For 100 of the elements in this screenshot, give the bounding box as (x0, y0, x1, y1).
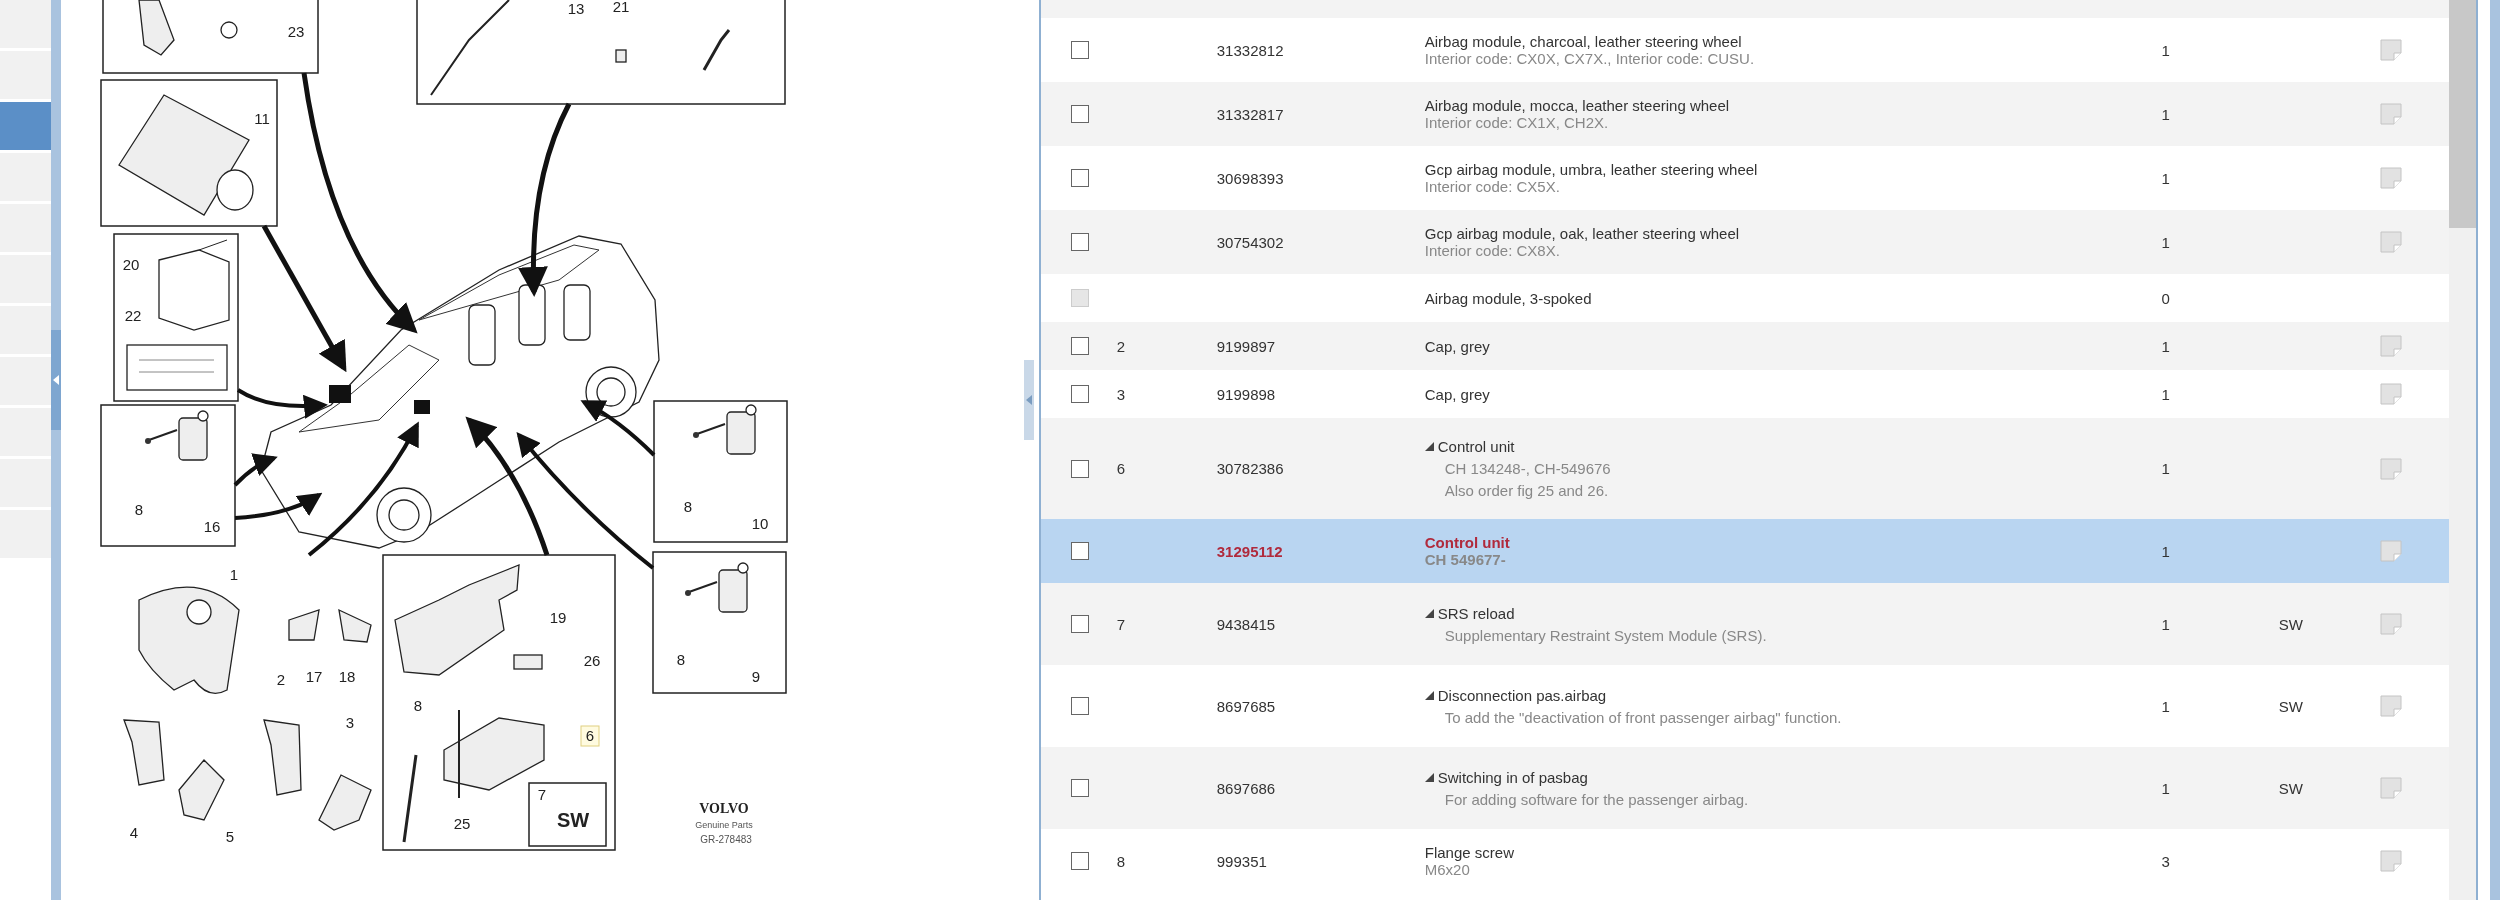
part-note: Supplementary Restraint System Module (SRS). (1443, 626, 1768, 644)
part-note: For adding software for the passenger airbag. (1443, 790, 1750, 808)
sidebar-item[interactable] (0, 153, 52, 201)
scrollbar[interactable] (2448, 0, 2477, 900)
sidebar-item[interactable] (0, 510, 52, 558)
checkbox[interactable] (1070, 459, 1089, 478)
checkbox[interactable] (1070, 385, 1089, 403)
sidebar-item[interactable] (0, 51, 52, 99)
splitter-handle[interactable] (51, 330, 62, 430)
quantity: 0 (2160, 289, 2171, 307)
part-description: Airbag module, 3-spoked (1424, 289, 1592, 307)
part-note: Also order fig 25 and 26. (1443, 482, 1610, 499)
part-number: 8697685 (1215, 697, 1276, 715)
document-icon[interactable] (2378, 456, 2403, 481)
checkbox[interactable] (1070, 337, 1089, 355)
callout-number: 8 (413, 697, 423, 714)
checkbox[interactable] (1070, 233, 1089, 251)
part-description: Gcp airbag module, umbra, leather steering wheel (1424, 161, 1758, 178)
callout-number: 20 (122, 256, 140, 273)
document-icon[interactable] (2378, 166, 2403, 190)
checkbox[interactable] (1070, 615, 1089, 633)
quantity: 1 (2160, 779, 2171, 797)
sidebar-item[interactable] (0, 255, 52, 303)
expand-triangle-icon[interactable] (1424, 690, 1434, 700)
part-description: Gcp airbag module, oak, leather steering wheel (1424, 225, 1740, 242)
checkbox[interactable] (1070, 852, 1089, 870)
sidebar-item[interactable] (0, 306, 52, 354)
callout-number: 6 (585, 727, 595, 744)
brand-subtitle: Genuine Parts (695, 820, 753, 830)
callout-number: 22 (124, 307, 142, 324)
callout-number: 11 (254, 110, 270, 127)
scrollbar-thumb[interactable] (2448, 0, 2477, 228)
quantity: 1 (2160, 385, 2171, 403)
remark: SW (2278, 779, 2303, 797)
expand-triangle-icon[interactable] (1424, 772, 1434, 782)
checkbox[interactable] (1070, 697, 1089, 715)
part-description: Airbag module, mocca, leather steering wheel (1424, 97, 1730, 114)
sidebar-item[interactable] (0, 204, 52, 252)
document-icon[interactable] (2378, 539, 2403, 563)
part-description: Control unit (1437, 438, 1515, 455)
position-number: 3 (1115, 385, 1126, 403)
quantity: 3 (2160, 852, 2171, 870)
sidebar-item[interactable] (0, 459, 52, 507)
part-note: Interior code: CX5X. (1424, 178, 1561, 195)
sidebar-item[interactable] (0, 408, 52, 456)
document-icon[interactable] (2378, 382, 2403, 406)
part-number: 9438415 (1215, 615, 1276, 633)
part-description: Cap, grey (1424, 337, 1490, 355)
expand-triangle-icon[interactable] (1424, 442, 1434, 451)
table-row[interactable]: 8697686 Switching in of pasbag For adding software for the passenger airbag. 1 SW (1040, 747, 2449, 829)
position-number: 7 (1115, 615, 1126, 633)
document-icon[interactable] (2378, 230, 2403, 254)
quantity: 1 (2160, 105, 2171, 123)
document-icon[interactable] (2378, 612, 2403, 636)
checkbox[interactable] (1070, 542, 1089, 560)
part-note: M6x20 (1424, 861, 1471, 878)
callout-number: 9 (751, 668, 761, 685)
sidebar-item[interactable] (0, 0, 52, 48)
splitter-bar[interactable] (51, 0, 62, 900)
part-note: Interior code: CX1X, CH2X. (1424, 114, 1610, 131)
checkbox[interactable] (1070, 41, 1089, 59)
callout-number: 1 (229, 566, 239, 583)
table-row[interactable]: 31295112 Control unit CH 549677- 1 (1040, 519, 2449, 583)
document-icon[interactable] (2378, 334, 2403, 358)
table-row[interactable]: 7 9438415 SRS reload Supplementary Restraint System Module (SRS). 1 SW (1040, 583, 2449, 665)
checkbox[interactable] (1070, 105, 1089, 123)
remark: SW (2278, 615, 2303, 633)
splitter-handle[interactable] (1024, 360, 1035, 440)
sensor-drawing (685, 562, 749, 613)
quantity: 1 (2160, 233, 2171, 251)
callout-number: 21 (612, 0, 630, 15)
sidebar-item[interactable] (0, 102, 52, 150)
document-icon[interactable] (2378, 102, 2403, 126)
table-row[interactable]: 30754302 Gcp airbag module, oak, leather steering wheel Interior code: CX8X. 1 (1040, 210, 2449, 274)
checkbox[interactable] (1070, 779, 1089, 797)
table-row[interactable] (1040, 0, 2449, 18)
part-number: 31332817 (1215, 105, 1284, 123)
part-number: 31295112 (1215, 542, 1283, 560)
callout-number: 23 (287, 23, 305, 40)
table-row[interactable]: 6 30782386 Control unit CH 134248-, CH-549676 Also order fig 25 and 26. 1 (1040, 418, 2449, 519)
document-icon[interactable] (2378, 694, 2403, 718)
document-icon[interactable] (2378, 776, 2403, 800)
part-number: 30754302 (1215, 233, 1284, 251)
table-row[interactable]: 2 9199897 Cap, grey 1 (1040, 322, 2449, 370)
callout-number: 26 (583, 652, 601, 669)
callout-number: 18 (338, 668, 356, 685)
document-icon[interactable] (2378, 38, 2403, 62)
document-icon[interactable] (2378, 849, 2403, 873)
position-number: 8 (1115, 852, 1126, 870)
table-row[interactable]: 31332817 Airbag module, mocca, leather steering wheel Interior code: CX1X, CH2X. 1 (1040, 82, 2449, 146)
collapse-icon (1026, 395, 1033, 405)
position-number: 6 (1115, 460, 1126, 477)
expand-triangle-icon[interactable] (1424, 608, 1434, 618)
part-number: 9199897 (1215, 337, 1276, 355)
quantity: 1 (2160, 542, 2171, 560)
callout-number: 17 (305, 668, 323, 685)
part-description: Control unit (1424, 534, 1510, 551)
part-number: 9199898 (1215, 385, 1276, 403)
part-note: CH 134248-, CH-549676 (1443, 460, 1612, 477)
checkbox[interactable] (1070, 169, 1089, 187)
